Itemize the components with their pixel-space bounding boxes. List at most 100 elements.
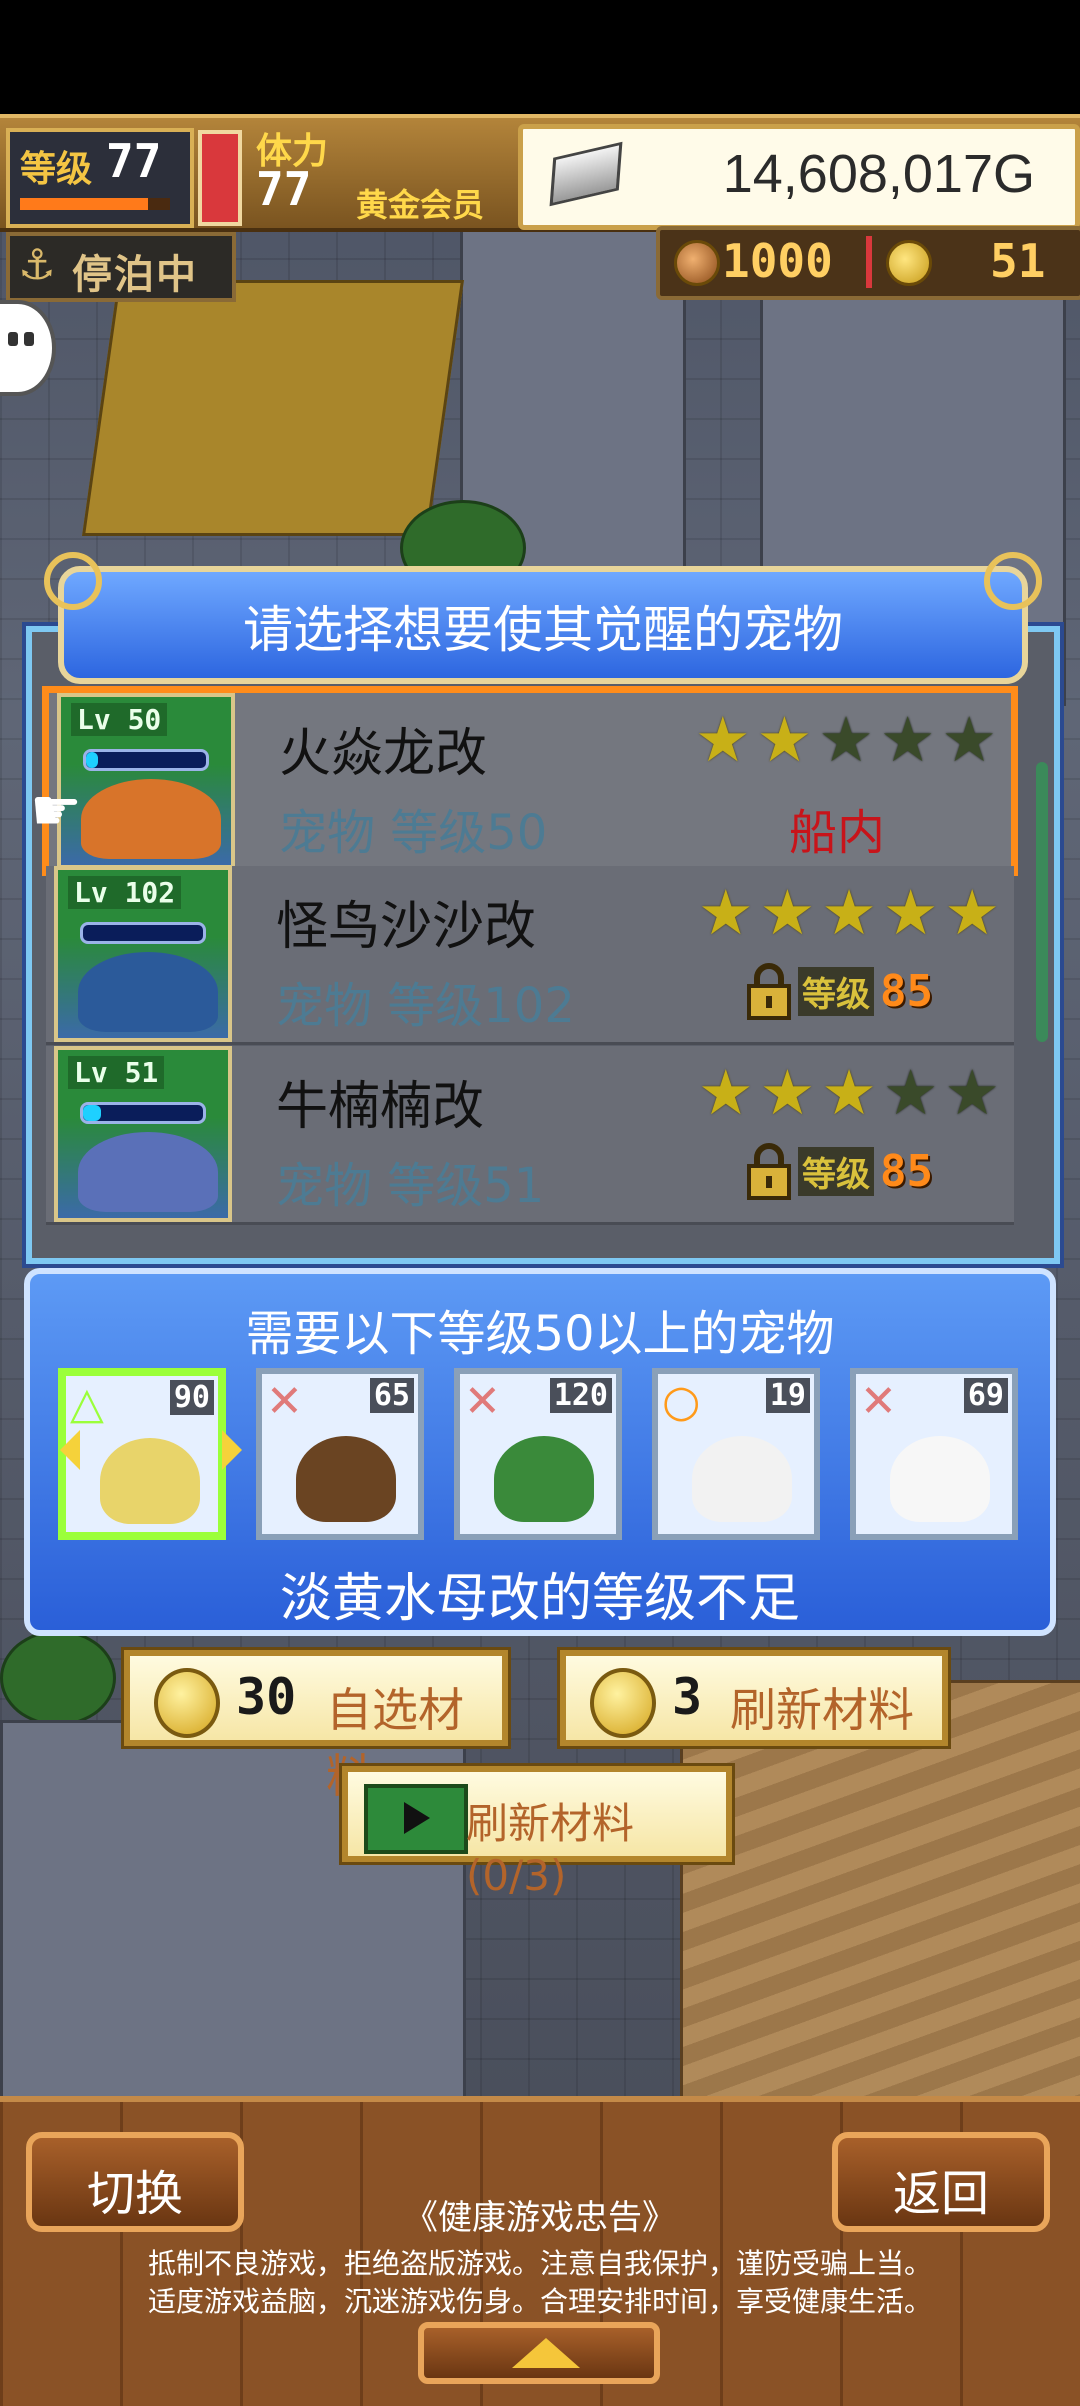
player-level-box[interactable]: 等级 77 [6,128,194,228]
material-mark: ✕ [860,1376,897,1427]
material-slot[interactable]: ✕ 69 [850,1368,1018,1540]
pick-material-button[interactable]: 30 自选材料 [124,1650,508,1803]
material-pet-sprite [692,1436,792,1522]
level-lock: 等级 85 [746,962,933,1020]
material-level: 120 [549,1378,612,1413]
star-icon: ★ [698,1056,754,1129]
star-icon: ★ [759,876,816,949]
material-level: 90 [169,1380,214,1415]
pet-exp-bar [80,1102,206,1124]
silver-ingot-icon [549,141,623,207]
coin-icon [590,1668,656,1738]
top-hud: 等级 77 体力 77 黄金会员 14,608,017G [0,114,1080,232]
star-icon: ★ [759,1056,816,1129]
lock-level-value: 85 [880,965,933,1017]
level-value: 77 [106,134,162,188]
pet-row[interactable]: Lv 102 怪鸟沙沙改 宠物 等级102 ★ ★ ★ ★ ★ 等级 85 [46,866,1014,1045]
material-panel: 需要以下等级50以上的宠物 △ 90 ✕ 65 ✕ 120 ○ 19 ✕ 69 … [24,1268,1056,1636]
material-pet-sprite [494,1436,594,1522]
material-pet-sprite [296,1436,396,1522]
pet-name: 火焱龙改 [279,724,488,784]
bottom-bar: 切换 返回 《健康游戏忠告》 抵制不良游戏，拒绝盗版游戏。注意自我保护，谨防受骗… [0,2096,1080,2406]
video-refresh-button[interactable]: 刷新材料(0/3) [342,1766,732,1900]
anchor-icon: ⚓ [18,240,56,289]
pet-name: 牛楠楠改 [276,1077,485,1137]
resource-a-value: 1000 [722,234,833,288]
resource-divider [866,236,872,288]
pet-row[interactable]: Lv 50 火焱龙改 宠物 等级50 ★ ★ ★ ★ ★ 船内 [42,686,1018,876]
padlock-icon [747,963,791,1020]
refresh-material-button[interactable]: 3 刷新材料 [560,1650,948,1746]
pet-level-text: 宠物 等级102 [276,978,575,1034]
resource-b-value: 51 [990,234,1046,288]
pet-location: 船内 [789,805,886,861]
stamina-gauge [198,130,242,226]
material-mark: △ [70,1378,104,1429]
pet-row[interactable]: Lv 51 牛楠楠改 宠物 等级51 ★ ★ ★ ★ ★ 等级 85 [46,1046,1014,1225]
material-mark: ✕ [464,1376,501,1427]
material-mark: ✕ [266,1376,303,1427]
refresh-material-cost: 3 [672,1668,703,1726]
material-slot[interactable]: ✕ 65 [256,1368,424,1540]
video-ad-icon [364,1784,468,1854]
pet-exp-bar [83,749,209,771]
material-level: 65 [369,1378,414,1413]
level-progress-bar [20,198,170,210]
refresh-material-label: 刷新材料 [730,1683,914,1737]
video-refresh-label: 刷新材料(0/3) [466,1799,635,1900]
docked-status[interactable]: ⚓ 停泊中 [6,232,236,302]
pet-panel-header: 请选择想要使其觉醒的宠物 [44,552,1042,684]
star-icon: ★ [882,1056,939,1129]
material-slot[interactable]: ✕ 120 [454,1368,622,1540]
pet-level-badge: Lv 50 [71,703,168,736]
star-icon: ★ [818,703,874,776]
coin-icon [886,240,932,286]
star-icon: ★ [941,703,997,776]
padlock-icon [747,1143,791,1200]
star-icon: ★ [879,703,936,776]
star-icon: ★ [821,1056,877,1129]
pet-rarity-stars: ★ ★ ★ ★ ★ [695,709,997,771]
material-slot[interactable]: ○ 19 [652,1368,820,1540]
membership-badge: 黄金会员 [356,186,485,224]
pet-level-text: 宠物 等级50 [279,805,548,861]
pet-level-badge: Lv 51 [68,1056,165,1089]
medal-icon [674,240,720,286]
level-lock: 等级 85 [746,1142,933,1200]
stamina-value: 77 [256,162,312,216]
pet-level-badge: Lv 102 [68,876,182,909]
material-title: 需要以下等级50以上的宠物 [245,1306,835,1362]
pet-portrait: Lv 51 [54,1046,232,1222]
material-pet-sprite [890,1436,990,1522]
gold-display[interactable]: 14,608,017G [518,124,1080,230]
material-level: 69 [963,1378,1008,1413]
pet-level-text: 宠物 等级51 [276,1158,545,1214]
pet-portrait: Lv 102 [54,866,232,1042]
star-icon: ★ [944,1056,1000,1129]
pet-portrait: Lv 50 [57,693,235,869]
house-roof [82,280,464,536]
docked-status-label: 停泊中 [72,252,198,298]
pet-rarity-stars: ★ ★ ★ ★ ★ [698,882,1000,944]
pet-sprite [78,1132,218,1212]
coin-icon [154,1668,220,1738]
health-notice-line-2: 适度游戏益脑，沉迷游戏伤身。合理安排时间，享受健康生活。 [147,2285,932,2318]
health-notice-line-1: 抵制不良游戏，拒绝盗版游戏。注意自我保护，谨防受骗上当。 [147,2247,932,2280]
star-icon: ★ [756,703,813,776]
material-status: 淡黄水母改的等级不足 [279,1569,800,1629]
arrow-left-icon[interactable] [60,1430,80,1470]
material-pet-sprite [100,1438,200,1524]
material-mark: ○ [662,1376,701,1427]
lock-level-label: 等级 [798,1146,874,1196]
arrow-right-icon[interactable] [222,1430,242,1470]
tree [0,1630,116,1726]
material-level: 19 [765,1378,810,1413]
pet-list-scrollbar[interactable] [1036,762,1048,1042]
expand-up-button[interactable] [418,2322,660,2384]
star-icon: ★ [698,876,754,949]
pet-exp-bar [80,922,206,944]
star-icon: ★ [695,703,751,776]
star-icon: ★ [882,876,939,949]
material-slot[interactable]: △ 90 [58,1368,226,1540]
pet-list-panel: Lv 50 火焱龙改 宠物 等级50 ★ ★ ★ ★ ★ 船内 Lv 102 怪鸟沙沙改… [26,626,1060,1264]
